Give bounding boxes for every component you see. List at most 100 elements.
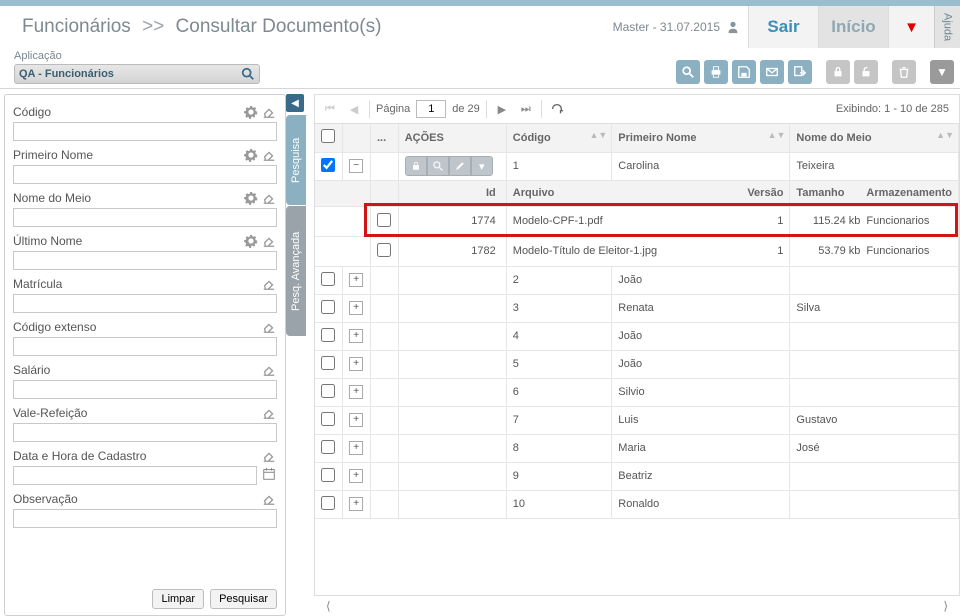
horizontal-scrollbar[interactable]: ⟨ ⟩ <box>314 596 960 616</box>
col-nome-meio[interactable]: Nome do Meio▲▼ <box>790 124 959 152</box>
toolbar-lock-button[interactable] <box>826 60 850 84</box>
table-row[interactable]: +4João <box>315 322 959 350</box>
row-checkbox[interactable] <box>321 440 335 454</box>
toolbar-more-button[interactable]: ▼ <box>930 60 954 84</box>
title-separator: >> <box>142 16 164 37</box>
toolbar-print-button[interactable] <box>704 60 728 84</box>
gear-icon[interactable] <box>243 147 259 163</box>
expand-row-button[interactable]: + <box>349 301 363 315</box>
tab-advanced-search[interactable]: Pesq. Avançada <box>286 206 306 336</box>
col-primeiro-nome[interactable]: Primeiro Nome▲▼ <box>612 124 790 152</box>
table-row[interactable]: +9Beatriz <box>315 462 959 490</box>
pager-page-input[interactable] <box>416 100 446 118</box>
pager-next-button[interactable]: ▶ <box>493 100 511 118</box>
toolbar-export-button[interactable] <box>788 60 812 84</box>
expand-row-button[interactable]: + <box>349 357 363 371</box>
field-input[interactable] <box>13 509 277 528</box>
field-input[interactable] <box>13 380 277 399</box>
field-input[interactable] <box>13 466 257 485</box>
eraser-icon[interactable] <box>261 405 277 421</box>
expand-row-button[interactable]: + <box>349 441 363 455</box>
logout-button[interactable]: Sair <box>748 6 818 48</box>
row-checkbox[interactable] <box>321 328 335 342</box>
menu-dropdown-button[interactable]: ▼ <box>888 6 934 48</box>
table-row[interactable]: +3RenataSilva <box>315 294 959 322</box>
eraser-icon[interactable] <box>261 147 277 163</box>
search-button[interactable]: Pesquisar <box>210 589 277 609</box>
field-input[interactable] <box>13 294 277 313</box>
row-checkbox[interactable] <box>321 300 335 314</box>
eraser-icon[interactable] <box>261 362 277 378</box>
eraser-icon[interactable] <box>261 319 277 335</box>
eraser-icon[interactable] <box>261 104 277 120</box>
eraser-icon[interactable] <box>261 276 277 292</box>
user-info[interactable]: Master - 31.07.2015 <box>613 20 740 34</box>
collapse-row-button[interactable]: − <box>349 159 363 173</box>
toolbar-delete-button[interactable] <box>892 60 916 84</box>
action-view-button[interactable] <box>427 156 449 176</box>
eraser-icon[interactable] <box>261 448 277 464</box>
col-codigo[interactable]: Código▲▼ <box>506 124 612 152</box>
row-checkbox[interactable] <box>321 496 335 510</box>
home-button[interactable]: Início <box>818 6 888 48</box>
pager-refresh-button[interactable] <box>548 100 566 118</box>
expand-row-button[interactable]: + <box>349 385 363 399</box>
scroll-right-button[interactable]: ⟩ <box>943 599 948 613</box>
row-checkbox[interactable] <box>321 468 335 482</box>
toolbar-save-button[interactable] <box>732 60 756 84</box>
doc-checkbox[interactable] <box>377 243 391 257</box>
table-row[interactable]: +10Ronaldo <box>315 490 959 518</box>
pager-first-button[interactable]: ⏮ <box>321 100 339 118</box>
field-input[interactable] <box>13 423 277 442</box>
field-input[interactable] <box>13 208 277 227</box>
table-row[interactable]: +2João <box>315 266 959 294</box>
expand-row-button[interactable]: + <box>349 329 363 343</box>
collapse-panel-button[interactable]: ◀ <box>286 94 304 112</box>
toolbar-unlock-button[interactable] <box>854 60 878 84</box>
field-label: Código <box>13 105 51 119</box>
expand-row-button[interactable]: + <box>349 413 363 427</box>
field-input[interactable] <box>13 165 277 184</box>
table-row[interactable]: +7LuisGustavo <box>315 406 959 434</box>
document-row[interactable]: 1782Modelo-Título de Eleitor-1.jpg153.79… <box>315 236 959 266</box>
expand-row-button[interactable]: + <box>349 273 363 287</box>
field-input[interactable] <box>13 251 277 270</box>
document-row[interactable]: 1774Modelo-CPF-1.pdf1115.24 kbFuncionari… <box>315 206 959 236</box>
col-more[interactable]: ... <box>370 124 398 152</box>
row-checkbox[interactable] <box>321 412 335 426</box>
select-all-checkbox[interactable] <box>321 129 335 143</box>
help-tab[interactable]: Ajuda <box>934 6 960 48</box>
scroll-left-button[interactable]: ⟨ <box>326 599 331 613</box>
toolbar-mail-button[interactable] <box>760 60 784 84</box>
pager-prev-button[interactable]: ◀ <box>345 100 363 118</box>
expand-row-button[interactable]: + <box>349 497 363 511</box>
action-lock-button[interactable] <box>405 156 427 176</box>
row-checkbox[interactable] <box>321 384 335 398</box>
table-row[interactable]: − ▾ 1 Carolina Teixeira <box>315 152 959 180</box>
pager-status: Exibindo: 1 - 10 de 285 <box>836 103 949 115</box>
expand-row-button[interactable]: + <box>349 469 363 483</box>
pager-last-button[interactable]: ⏭ <box>517 100 535 118</box>
gear-icon[interactable] <box>243 104 259 120</box>
application-selector[interactable]: QA - Funcionários <box>14 64 260 84</box>
eraser-icon[interactable] <box>261 491 277 507</box>
row-checkbox[interactable] <box>321 158 335 172</box>
eraser-icon[interactable] <box>261 233 277 249</box>
row-checkbox[interactable] <box>321 272 335 286</box>
table-row[interactable]: +5João <box>315 350 959 378</box>
field-input[interactable] <box>13 122 277 141</box>
action-edit-button[interactable] <box>449 156 471 176</box>
eraser-icon[interactable] <box>261 190 277 206</box>
row-checkbox[interactable] <box>321 356 335 370</box>
calendar-icon[interactable] <box>261 466 277 482</box>
tab-search[interactable]: Pesquisa <box>286 115 306 205</box>
doc-checkbox[interactable] <box>377 213 391 227</box>
table-row[interactable]: +6Silvio <box>315 378 959 406</box>
action-more-button[interactable]: ▾ <box>471 156 493 176</box>
toolbar-search-button[interactable] <box>676 60 700 84</box>
table-row[interactable]: +8MariaJosé <box>315 434 959 462</box>
gear-icon[interactable] <box>243 233 259 249</box>
clear-button[interactable]: Limpar <box>152 589 204 609</box>
field-input[interactable] <box>13 337 277 356</box>
gear-icon[interactable] <box>243 190 259 206</box>
